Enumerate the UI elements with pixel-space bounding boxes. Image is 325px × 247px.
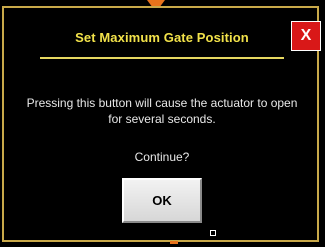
dialog-message: Pressing this button will cause the actu… (26, 96, 298, 126)
ok-button[interactable]: OK (122, 178, 202, 223)
orange-marker (170, 241, 178, 244)
dialog-title-bar: Set Maximum Gate Position (40, 19, 284, 55)
close-icon: X (300, 27, 312, 44)
dialog-title: Set Maximum Gate Position (75, 29, 249, 45)
close-button[interactable]: X (291, 21, 321, 51)
resize-handle[interactable] (210, 230, 216, 236)
ok-button-label: OK (152, 193, 172, 208)
hmi-screen: Set Maximum Gate Position X Pressing thi… (0, 0, 325, 247)
dialog-prompt: Continue? (134, 150, 190, 164)
title-underline (40, 57, 284, 59)
